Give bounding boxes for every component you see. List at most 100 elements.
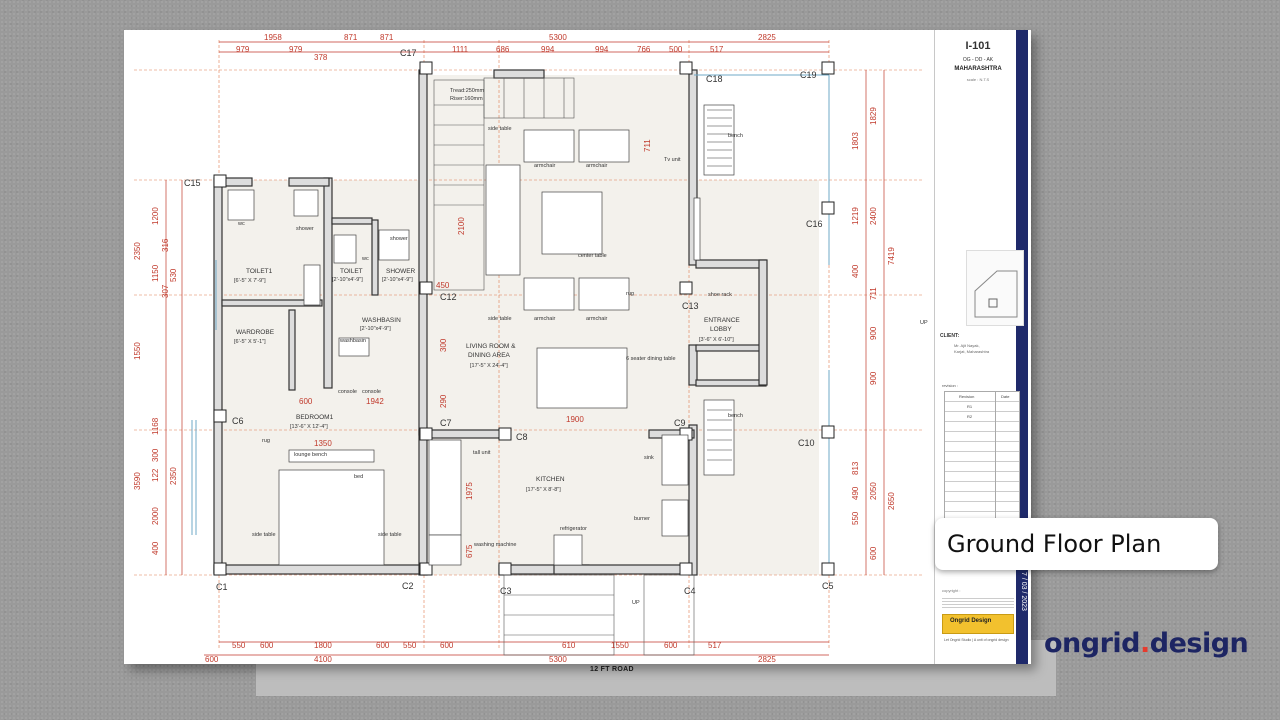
dimension: 490: [851, 486, 860, 500]
dimension: 600: [664, 641, 678, 650]
column-label: C7: [440, 418, 452, 428]
column-label: C15: [184, 178, 201, 188]
furniture-label: armchair: [586, 163, 608, 169]
furniture-label: bench: [728, 413, 743, 419]
room-size: [13'-6" X 12'-4"]: [290, 424, 328, 430]
revision-table: Revision Date R1 R2: [944, 391, 1020, 519]
dimension: 900: [869, 326, 878, 340]
dimension: 675: [465, 544, 474, 558]
stair-note: Tread:250mm: [450, 88, 484, 94]
dimension: 1168: [151, 417, 160, 435]
drawing-state: MAHARASHTRA: [954, 66, 1002, 72]
room-size: [3'-6" X 6'-10"]: [699, 337, 734, 343]
floor-plan: TOILET1 [6'-5" X 7'-9"] TOILET [2'-10"x4…: [133, 33, 928, 664]
dimension: 1550: [611, 641, 629, 650]
left-dimensions: 2350 1200 316 1150 530 307 1550 1168 359…: [133, 207, 178, 555]
dimension: 316: [161, 238, 170, 252]
drawing-code: I-101: [965, 40, 991, 52]
revision-header: Revision: [959, 394, 975, 399]
title-logo-text: Ongrid Design: [950, 618, 992, 624]
room-label: WARDROBE: [236, 329, 275, 336]
dimension: 1803: [851, 132, 860, 150]
dimension: 530: [169, 268, 178, 282]
dimension: 600: [260, 641, 274, 650]
room-size: [6'-5" X 7'-9"]: [234, 278, 266, 284]
dimension: 2400: [869, 207, 878, 225]
dimension: 900: [869, 371, 878, 385]
brand-text-b: design: [1149, 628, 1249, 659]
dimension: 610: [562, 641, 576, 650]
revision-label: revision :: [942, 383, 959, 388]
dimension: 400: [151, 541, 160, 555]
dimension: 550: [851, 511, 860, 525]
dimension: 711: [643, 139, 652, 152]
dimension: 600: [440, 641, 454, 650]
dimension: 1900: [566, 415, 584, 424]
room-size: [2'-10"x4'-9"]: [360, 326, 391, 332]
dimension: 813: [851, 461, 860, 475]
furniture-label: tall unit: [473, 450, 491, 456]
sheet-title: Interior layout-ground floor: [1004, 130, 1011, 213]
copyright-text: [942, 596, 1014, 610]
dimension: 1958: [264, 33, 282, 42]
dimension: 5300: [549, 33, 567, 42]
room-label: TOILET: [340, 268, 363, 275]
key-plan-icon: [974, 270, 1018, 318]
road-label: 12 FT ROAD: [590, 666, 634, 673]
room-label: WASHBASIN: [362, 317, 401, 324]
dimension: 1800: [314, 641, 332, 650]
column-label: C17: [400, 48, 417, 58]
dimension: 1829: [869, 107, 878, 125]
furniture-label: Tv unit: [664, 157, 681, 163]
furniture-label: side table: [488, 316, 512, 322]
dimension: 290: [439, 394, 448, 408]
furniture-label: burner: [634, 516, 650, 522]
furniture-label: 6 seater dining table: [626, 356, 676, 362]
brand-dot: .: [1140, 628, 1150, 659]
column-label: C12: [440, 292, 457, 302]
column-label: C3: [500, 586, 512, 596]
dimension: 2350: [133, 242, 142, 260]
dimension: 307: [161, 284, 170, 298]
dimension: 2350: [169, 467, 178, 485]
room-size: [17'-5" X 8'-8"]: [526, 487, 561, 493]
dimension: 1975: [465, 482, 474, 500]
dimension: 2000: [151, 507, 160, 525]
dimension: 122: [151, 468, 160, 482]
dimension: 686: [496, 45, 510, 54]
dimension: 400: [851, 264, 860, 278]
furniture-label: sink: [644, 455, 654, 461]
revision-date-header: Date: [1001, 394, 1010, 399]
dimension: 300: [151, 448, 160, 462]
furniture-label: bed: [354, 474, 363, 480]
dimension: 500: [669, 45, 683, 54]
room-label: SHOWER: [386, 268, 416, 275]
copyright-label: copyright :: [942, 588, 961, 593]
column-label: C18: [706, 74, 723, 84]
dimension: 1942: [366, 397, 384, 406]
column-label: C6: [232, 416, 244, 426]
furniture-label: bench: [728, 133, 743, 139]
caption-card: Ground Floor Plan: [935, 518, 1218, 570]
dimension: 600: [376, 641, 390, 650]
furniture-label: center table: [578, 253, 607, 259]
dimension: 1150: [151, 264, 160, 282]
furniture-label: shower: [390, 236, 408, 242]
dimension: 979: [289, 45, 303, 54]
column-label: C16: [806, 219, 823, 229]
column-label: C4: [684, 586, 696, 596]
dimension: 871: [380, 33, 394, 42]
dimension: 600: [869, 546, 878, 560]
key-plan: [966, 250, 1024, 326]
dimension: 517: [708, 641, 722, 650]
drawing-sub: OG - DD - AK: [962, 57, 994, 63]
dimension: 1111: [452, 45, 469, 54]
furniture-label: console: [338, 389, 357, 395]
column-label: C10: [798, 438, 815, 448]
revision-row: R1: [967, 404, 973, 409]
dimension: 711: [869, 287, 878, 300]
dimension: 3590: [133, 472, 142, 490]
dimension: 550: [403, 641, 417, 650]
brand-text-a: ongrid: [1044, 628, 1141, 659]
sheet-date: 7 / 03 / 2023: [1020, 572, 1027, 611]
